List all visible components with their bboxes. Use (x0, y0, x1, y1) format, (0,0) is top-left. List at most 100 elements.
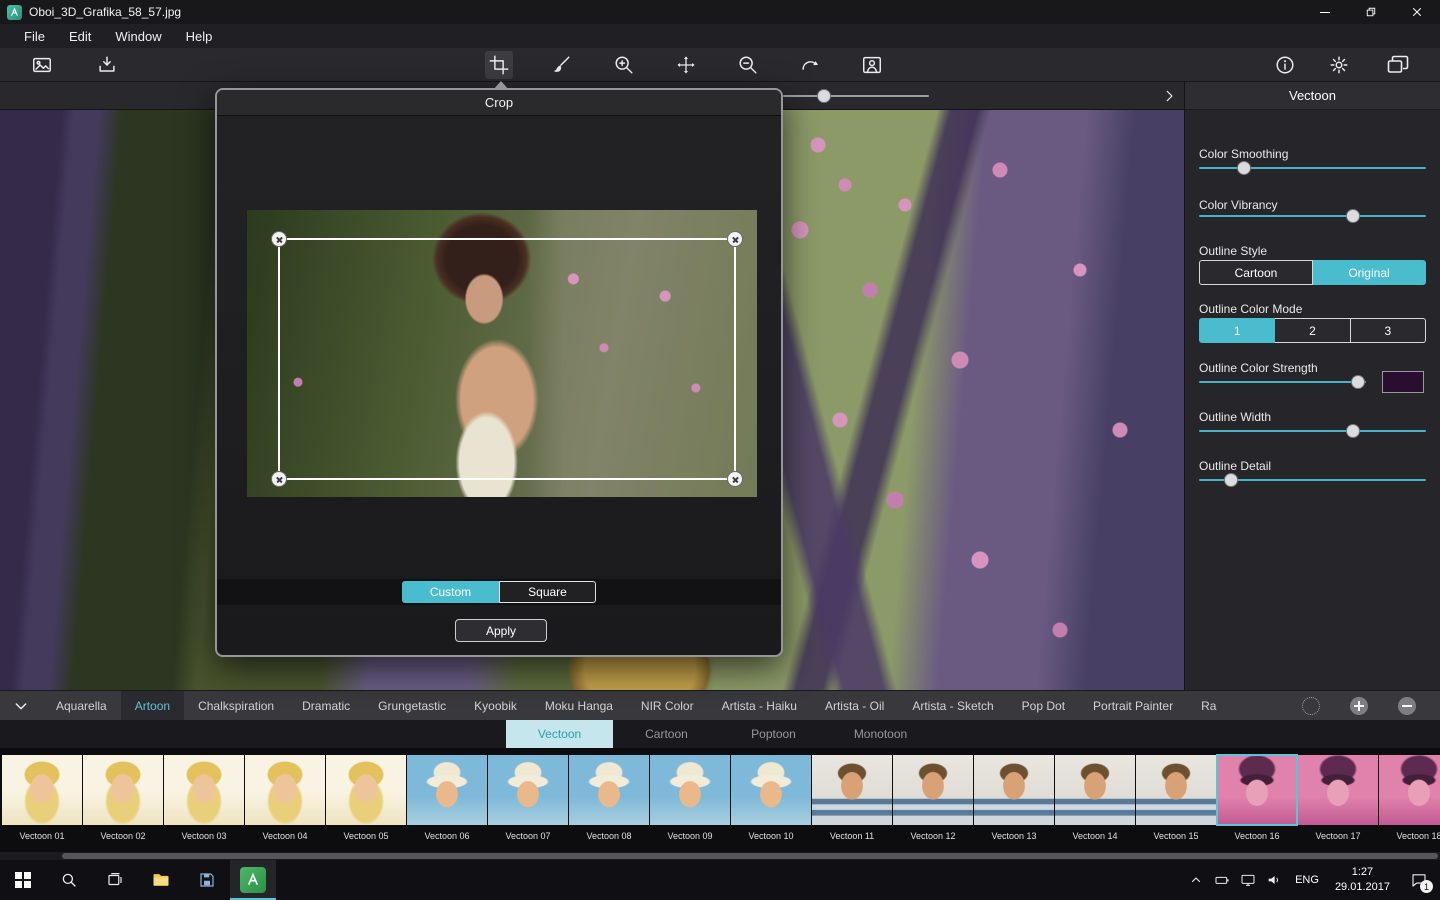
crop-mode-custom-button[interactable]: Custom (402, 581, 499, 603)
slider-handle[interactable] (1346, 209, 1360, 223)
move-button[interactable] (672, 51, 700, 79)
sub-tab-cartoon[interactable]: Cartoon (613, 720, 720, 748)
crop-mode-square-button[interactable]: Square (499, 581, 596, 603)
save-button[interactable] (93, 51, 121, 79)
thumbnail-vectoon-09[interactable]: Vectoon 09 (650, 755, 730, 852)
close-button[interactable] (1394, 0, 1440, 24)
thumbnail-vectoon-17[interactable]: Vectoon 17 (1298, 755, 1378, 852)
style-tab-artista-oil[interactable]: Artista - Oil (811, 691, 898, 721)
color-vibrancy-slider[interactable] (1199, 209, 1426, 223)
outline-style-cartoon-button[interactable]: Cartoon (1199, 260, 1313, 285)
slider-handle[interactable] (1346, 424, 1360, 438)
language-indicator[interactable]: ENG (1287, 874, 1327, 886)
minimize-button[interactable] (1302, 0, 1348, 24)
sub-tab-monotoon[interactable]: Monotoon (827, 720, 934, 748)
outline-color-mode-3-button[interactable]: 3 (1351, 318, 1426, 343)
outline-style-original-button[interactable]: Original (1313, 260, 1426, 285)
sub-tab-poptoon[interactable]: Poptoon (720, 720, 827, 748)
zoom-in-button[interactable] (610, 51, 638, 79)
portrait-adjust-button[interactable] (858, 51, 886, 79)
active-app-button[interactable] (230, 860, 276, 900)
thumbnail-vectoon-04[interactable]: Vectoon 04 (245, 755, 325, 852)
style-tab-moku-hanga[interactable]: Moku Hanga (531, 691, 627, 721)
style-tab-aquarella[interactable]: Aquarella (42, 691, 121, 721)
reset-button[interactable] (1302, 697, 1320, 715)
expand-panel-button[interactable] (1158, 85, 1180, 107)
thumbnail-vectoon-18[interactable]: Vectoon 18 (1379, 755, 1440, 852)
menu-window[interactable]: Window (103, 24, 173, 48)
crop-handle-top-right[interactable] (727, 231, 743, 247)
style-tab-nir-color[interactable]: NIR Color (627, 691, 708, 721)
crop-handle-bottom-left[interactable] (271, 471, 287, 487)
style-tab-artista-haiku[interactable]: Artista - Haiku (708, 691, 811, 721)
remove-button[interactable] (1398, 697, 1416, 715)
thumbnail-vectoon-01[interactable]: Vectoon 01 (2, 755, 82, 852)
thumbnail-vectoon-06[interactable]: Vectoon 06 (407, 755, 487, 852)
thumbnail-vectoon-11[interactable]: Vectoon 11 (812, 755, 892, 852)
thumbnail-vectoon-10[interactable]: Vectoon 10 (731, 755, 811, 852)
outline-color-strength-slider[interactable] (1199, 375, 1366, 389)
outline-color-mode-1-button[interactable]: 1 (1199, 318, 1275, 343)
open-image-button[interactable] (28, 51, 56, 79)
thumbnail-vectoon-07[interactable]: Vectoon 07 (488, 755, 568, 852)
redo-button[interactable] (796, 51, 824, 79)
task-view-button[interactable] (92, 860, 138, 900)
scrollbar-thumb[interactable] (62, 853, 1438, 859)
taskbar-search-button[interactable] (46, 860, 92, 900)
style-tab-artoon[interactable]: Artoon (121, 691, 184, 721)
style-tab-pop-dot[interactable]: Pop Dot (1008, 691, 1079, 721)
tray-expand-button[interactable] (1183, 860, 1209, 900)
crop-selection-rect[interactable] (278, 238, 736, 480)
slider-handle[interactable] (1351, 375, 1365, 389)
settings-button[interactable] (1325, 51, 1353, 79)
thumbnail-vectoon-16[interactable]: Vectoon 16 (1217, 755, 1297, 852)
zoom-slider-handle[interactable] (817, 89, 831, 103)
start-button[interactable] (0, 860, 46, 900)
slider-handle[interactable] (1237, 161, 1251, 175)
action-center-button[interactable]: 1 (1398, 860, 1440, 900)
thumbnail-vectoon-02[interactable]: Vectoon 02 (83, 755, 163, 852)
battery-tray-button[interactable] (1209, 860, 1235, 900)
style-tab-cutoff[interactable]: Ra (1187, 691, 1230, 721)
network-tray-button[interactable] (1235, 860, 1261, 900)
info-button[interactable] (1271, 51, 1299, 79)
menu-file[interactable]: File (12, 24, 57, 48)
crop-button[interactable] (485, 51, 513, 79)
menu-edit[interactable]: Edit (57, 24, 103, 48)
thumbnail-vectoon-15[interactable]: Vectoon 15 (1136, 755, 1216, 852)
slider-handle[interactable] (1224, 473, 1238, 487)
style-tab-kyoobik[interactable]: Kyoobik (460, 691, 531, 721)
thumbnail-vectoon-13[interactable]: Vectoon 13 (974, 755, 1054, 852)
outline-color-swatch[interactable] (1382, 371, 1424, 393)
thumbnail-vectoon-12[interactable]: Vectoon 12 (893, 755, 973, 852)
zoom-out-button[interactable] (734, 51, 762, 79)
volume-tray-button[interactable] (1261, 860, 1287, 900)
zoom-slider[interactable] (783, 89, 929, 103)
menu-help[interactable]: Help (174, 24, 225, 48)
clock[interactable]: 1:27 29.01.2017 (1327, 865, 1398, 895)
outline-width-slider[interactable] (1199, 424, 1426, 438)
apply-button[interactable]: Apply (455, 619, 547, 642)
restore-button[interactable] (1348, 0, 1394, 24)
add-button[interactable] (1350, 697, 1368, 715)
brush-button[interactable] (547, 51, 575, 79)
style-tab-artista-sketch[interactable]: Artista - Sketch (898, 691, 1007, 721)
style-tab-portrait-painter[interactable]: Portrait Painter (1079, 691, 1187, 721)
thumbnail-vectoon-14[interactable]: Vectoon 14 (1055, 755, 1135, 852)
style-tab-dramatic[interactable]: Dramatic (288, 691, 364, 721)
batch-button[interactable] (1384, 51, 1412, 79)
outline-detail-slider[interactable] (1199, 473, 1426, 487)
sub-tab-vectoon[interactable]: Vectoon (506, 720, 613, 748)
thumbnail-vectoon-08[interactable]: Vectoon 08 (569, 755, 649, 852)
outline-color-mode-2-button[interactable]: 2 (1275, 318, 1350, 343)
style-tab-grungetastic[interactable]: Grungetastic (364, 691, 460, 721)
file-explorer-button[interactable] (138, 860, 184, 900)
thumbnail-vectoon-05[interactable]: Vectoon 05 (326, 755, 406, 852)
crop-handle-bottom-right[interactable] (727, 471, 743, 487)
crop-handle-top-left[interactable] (271, 231, 287, 247)
style-tab-chalkspiration[interactable]: Chalkspiration (184, 691, 288, 721)
color-smoothing-slider[interactable] (1199, 161, 1426, 175)
save-app-button[interactable] (184, 860, 230, 900)
thumbnail-vectoon-03[interactable]: Vectoon 03 (164, 755, 244, 852)
collapse-strip-button[interactable] (0, 691, 42, 721)
